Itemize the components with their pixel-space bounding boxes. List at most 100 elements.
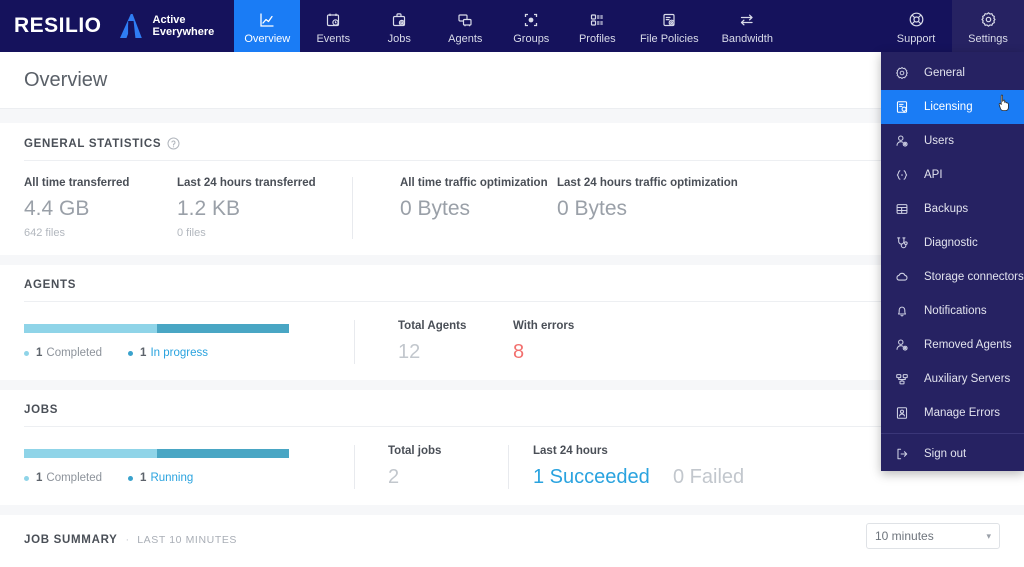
profiles-list-icon xyxy=(589,10,605,30)
legend-dot-icon xyxy=(128,475,134,481)
settings-menu-divider xyxy=(881,433,1024,434)
legend-label[interactable]: Running xyxy=(150,472,193,484)
nav-item-events[interactable]: Events xyxy=(300,0,366,52)
database-backup-icon xyxy=(895,202,915,216)
stat-label: All time transferred xyxy=(24,177,130,189)
stat-last-24-hours-transferred: Last 24 hours transferred 1.2 KB 0 files xyxy=(177,177,352,239)
page-title: Overview xyxy=(24,68,108,91)
legend-dot-icon xyxy=(128,350,134,356)
nav-item-jobs[interactable]: Jobs xyxy=(366,0,432,52)
nav-item-support[interactable]: Support xyxy=(880,0,952,52)
brand-logo[interactable]: RESILIO Active Everywhere xyxy=(0,0,224,52)
time-range-select-value: 10 minutes xyxy=(875,529,934,543)
active-everywhere-mark-icon xyxy=(116,12,146,40)
legend-count: 1 xyxy=(140,472,147,484)
servers-icon xyxy=(895,372,915,386)
settings-menu-item-auxiliary-servers-label: Auxiliary Servers xyxy=(924,373,1011,385)
metric-label: Total jobs xyxy=(388,445,442,457)
settings-menu-item-sign-out-label: Sign out xyxy=(924,448,967,460)
metric-with-errors: With errors 8 xyxy=(513,320,574,364)
jobs-title: JOBS xyxy=(24,404,59,416)
bandwidth-arrows-icon xyxy=(739,10,755,30)
settings-menu-item-licensing[interactable]: Licensing xyxy=(881,90,1024,124)
nav-item-events-label: Events xyxy=(316,32,351,45)
legend-label: Completed xyxy=(46,472,103,484)
question-circle-icon[interactable] xyxy=(167,137,180,150)
nav-item-bandwidth-label: Bandwidth xyxy=(721,32,773,45)
nav-item-agents-label: Agents xyxy=(448,32,483,45)
nav-item-jobs-label: Jobs xyxy=(387,32,411,45)
settings-menu-item-removed-agents[interactable]: Removed Agents xyxy=(881,328,1024,362)
settings-menu-item-users[interactable]: Users xyxy=(881,124,1024,158)
gear-icon xyxy=(980,10,997,30)
settings-menu-item-licensing-label: Licensing xyxy=(924,101,973,113)
settings-menu-item-general[interactable]: General xyxy=(881,56,1024,90)
jobs-divider-2 xyxy=(508,445,509,489)
settings-menu-item-storage-connectors-label: Storage connectors xyxy=(924,271,1024,283)
metric-label: With errors xyxy=(513,320,575,332)
product-name-line1: Active xyxy=(152,14,186,26)
legend-count: 1 xyxy=(140,347,147,359)
lifebuoy-icon xyxy=(908,10,925,30)
nav-item-overview-label: Overview xyxy=(244,32,291,45)
stat-all-time-traffic-optimization: All time traffic optimization 0 Bytes xyxy=(353,177,548,239)
jobs-bar-completed xyxy=(24,449,157,458)
time-range-select[interactable]: 10 minutes ▾ xyxy=(866,523,1000,549)
nav-item-bandwidth[interactable]: Bandwidth xyxy=(708,0,786,52)
nav-item-agents[interactable]: Agents xyxy=(432,0,498,52)
settings-menu-item-api[interactable]: API xyxy=(881,158,1024,192)
nav-item-file-policies-label: File Policies xyxy=(639,32,699,45)
settings-menu-item-diagnostic-label: Diagnostic xyxy=(924,237,978,249)
nav-item-overview[interactable]: Overview xyxy=(234,0,301,52)
agents-bar-completed xyxy=(24,324,157,333)
jobs-divider-1 xyxy=(354,445,355,489)
agents-bar-in-progress xyxy=(156,324,289,333)
chart-line-icon xyxy=(259,10,275,30)
stat-value: 0 Bytes xyxy=(400,197,471,220)
sign-out-icon xyxy=(895,447,915,461)
settings-menu-item-notifications[interactable]: Notifications xyxy=(881,294,1024,328)
legend-label[interactable]: In progress xyxy=(150,347,208,359)
nav-item-groups[interactable]: Groups xyxy=(498,0,564,52)
jobs-legend-completed: 1 Completed xyxy=(24,472,102,484)
general-statistics-title: GENERAL STATISTICS xyxy=(24,137,162,150)
legend-count: 1 xyxy=(36,472,43,484)
settings-menu-item-manage-errors[interactable]: Manage Errors xyxy=(881,396,1024,430)
agents-legend-in-progress: 1 In progress xyxy=(128,347,208,359)
agents-card: AGENTS 1 Completed 1 In progress Total A… xyxy=(0,265,1024,380)
job-summary-title: JOB SUMMARY xyxy=(24,534,118,546)
nav-item-profiles[interactable]: Profiles xyxy=(564,0,630,52)
agents-icon xyxy=(457,10,473,30)
metric-succeeded[interactable]: 1 Succeeded xyxy=(533,466,673,489)
general-statistics-row: All time transferred 4.4 GB 642 files La… xyxy=(24,161,1000,239)
metric-failed: 0 Failed xyxy=(673,466,745,488)
user-gear-icon xyxy=(895,338,915,352)
jobs-card: JOBS 1 Completed 1 Running Total jobs 2 … xyxy=(0,390,1024,505)
stat-label: Last 24 hours transferred xyxy=(177,177,316,189)
settings-menu-item-api-label: API xyxy=(924,169,943,181)
last-24-hours-values: 1 Succeeded 0 Failed xyxy=(533,457,744,489)
gear-icon xyxy=(895,66,915,80)
license-document-icon xyxy=(895,100,915,114)
legend-dot-icon xyxy=(24,475,29,481)
chevron-down-icon: ▾ xyxy=(986,530,991,541)
bell-icon xyxy=(895,304,915,318)
agents-header: AGENTS xyxy=(24,279,1000,302)
settings-menu-item-backups-label: Backups xyxy=(924,203,969,215)
stat-value: 4.4 GB xyxy=(24,197,90,220)
settings-menu-item-auxiliary-servers[interactable]: Auxiliary Servers xyxy=(881,362,1024,396)
nav-item-file-policies[interactable]: File Policies xyxy=(630,0,708,52)
settings-menu-item-storage-connectors[interactable]: Storage connectors xyxy=(881,260,1024,294)
settings-menu-item-sign-out[interactable]: Sign out xyxy=(881,437,1024,471)
metric-value: 2 xyxy=(388,466,400,488)
job-summary-separator: · xyxy=(125,534,130,546)
legend-label: Completed xyxy=(46,347,103,359)
settings-menu-item-manage-errors-label: Manage Errors xyxy=(924,407,1001,419)
nav-item-settings[interactable]: Settings xyxy=(952,0,1024,52)
jobs-legend-running: 1 Running xyxy=(128,472,193,484)
settings-menu-item-backups[interactable]: Backups xyxy=(881,192,1024,226)
settings-menu-item-removed-agents-label: Removed Agents xyxy=(924,339,1012,351)
metric-total-agents: Total Agents 12 xyxy=(398,320,513,364)
api-braces-icon xyxy=(895,168,915,182)
settings-menu-item-diagnostic[interactable]: Diagnostic xyxy=(881,226,1024,260)
